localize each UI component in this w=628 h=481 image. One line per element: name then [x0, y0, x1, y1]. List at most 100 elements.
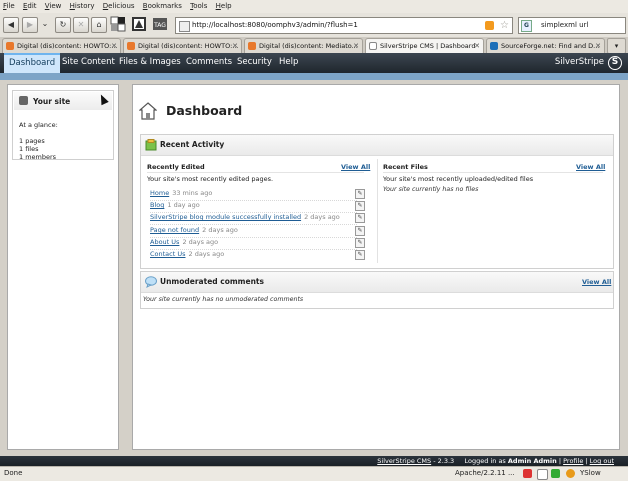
tab-digital-discontent-3[interactable]: Digital (dis)content: Mediato... ✕ — [244, 38, 363, 53]
bookmark-tag-icon[interactable] — [131, 16, 147, 32]
stop-button[interactable]: ✕ — [73, 17, 89, 33]
edited-ago: 2 days ago — [182, 238, 219, 246]
menu-edit[interactable]: Edit — [20, 0, 40, 13]
edited-page-link[interactable]: About Us — [150, 238, 179, 246]
edited-page-link[interactable]: Blog — [150, 201, 164, 209]
url-text[interactable]: http://localhost:8080/oomphv3/admin/?flu… — [192, 18, 358, 33]
cms-version: - 2.3.3 — [433, 457, 455, 465]
home-icon: ⌂ — [96, 20, 102, 29]
close-tab-icon[interactable]: ✕ — [353, 39, 359, 53]
brand-name: SilverStripe — [554, 57, 604, 67]
comments-view-all-link[interactable]: View All — [582, 278, 611, 286]
browser-menu-bar: File Edit View History Delicious Bookmar… — [0, 0, 628, 13]
menu-history[interactable]: History — [67, 0, 98, 13]
forward-button[interactable]: ▶ — [22, 17, 38, 33]
addon-red-icon[interactable] — [523, 469, 532, 478]
delicious-icon[interactable] — [110, 16, 126, 32]
cms-main-nav: Dashboard Site Content Files & Images Co… — [0, 53, 628, 75]
status-text: Done — [4, 469, 23, 477]
activity-icon — [145, 139, 157, 151]
edit-pencil-icon[interactable]: ✎ — [355, 250, 365, 260]
recently-edited-view-all-link[interactable]: View All — [341, 163, 370, 171]
edit-pencil-icon[interactable]: ✎ — [355, 238, 365, 248]
close-tab-icon[interactable]: ✕ — [595, 39, 601, 53]
stat-members: 1 members — [19, 153, 57, 161]
edited-page-link[interactable]: Home — [150, 189, 169, 197]
edited-page-link[interactable]: Page not found — [150, 226, 199, 234]
nav-files-images[interactable]: Files & Images — [114, 53, 186, 73]
edit-pencil-icon[interactable]: ✎ — [355, 189, 365, 199]
menu-tools[interactable]: Tools — [187, 0, 210, 13]
nav-comments[interactable]: Comments — [181, 53, 237, 73]
yslow-icon[interactable] — [566, 469, 575, 478]
edit-pencil-icon[interactable]: ✎ — [355, 213, 365, 223]
tab-digital-discontent-2[interactable]: Digital (dis)content: HOWTO:... ✕ — [123, 38, 242, 53]
silverstripe-cms-link[interactable]: SilverStripe CMS — [377, 457, 431, 465]
left-panel: Your site At a glance: 1 pages 1 files 1… — [7, 84, 119, 450]
edit-pencil-icon[interactable]: ✎ — [355, 226, 365, 236]
addon-green-icon[interactable] — [551, 469, 560, 478]
rss-feed-icon[interactable] — [485, 21, 494, 30]
silverstripe-logo-icon: S — [608, 56, 622, 70]
edited-page-link[interactable]: SilverStripe blog module successfully in… — [150, 213, 301, 221]
tab-digital-discontent-1[interactable]: Digital (dis)content: HOWTO:... ✕ — [2, 38, 121, 53]
yslow-label[interactable]: YSlow — [580, 467, 601, 480]
history-dropdown-button[interactable]: ⌄ — [40, 17, 50, 31]
edited-ago: 2 days ago — [304, 213, 340, 221]
address-bar[interactable]: http://localhost:8080/oomphv3/admin/?flu… — [175, 17, 513, 34]
page-title: Dashboard — [166, 103, 243, 118]
search-input[interactable]: simplexml url — [541, 18, 588, 33]
menu-file[interactable]: File — [0, 0, 18, 13]
svg-text:TAG: TAG — [153, 22, 166, 29]
nav-help[interactable]: Help — [274, 53, 303, 73]
list-all-tabs-button[interactable]: ▾ — [607, 38, 626, 54]
list-item: SilverStripe blog module successfully in… — [150, 213, 366, 224]
home-button[interactable]: ⌂ — [91, 17, 107, 33]
unmoderated-comments-box: Unmoderated comments View All Your site … — [140, 271, 614, 309]
back-button[interactable]: ◀ — [3, 17, 19, 33]
divider — [383, 172, 603, 173]
cms-sub-strip — [0, 73, 628, 80]
chevron-down-icon: ⌄ — [41, 19, 49, 28]
edited-ago: 33 mins ago — [172, 189, 213, 197]
close-tab-icon[interactable]: ✕ — [232, 39, 238, 53]
list-item: Contact Us 2 days ago ✎ — [150, 250, 366, 261]
stop-icon: ✕ — [77, 20, 85, 29]
tab-sourceforge[interactable]: SourceForge.net: Find and D... ✕ — [486, 38, 605, 53]
tab-label: Digital (dis)content: HOWTO:... — [17, 42, 118, 50]
chevron-down-icon: ▾ — [614, 42, 619, 50]
recent-activity-title: Recent Activity — [160, 140, 225, 149]
profile-link[interactable]: Profile — [563, 457, 583, 465]
menu-view[interactable]: View — [42, 0, 65, 13]
menu-help[interactable]: Help — [213, 0, 235, 13]
recent-files-view-all-link[interactable]: View All — [576, 163, 605, 171]
comments-header: Unmoderated comments View All — [141, 272, 613, 293]
nav-security[interactable]: Security — [232, 53, 277, 73]
google-icon[interactable]: G — [521, 20, 532, 32]
close-tab-icon[interactable]: ✕ — [474, 39, 480, 53]
menu-bookmarks[interactable]: Bookmarks — [140, 0, 185, 13]
tag-icon[interactable]: TAG — [152, 16, 168, 32]
recent-activity-header: Recent Activity — [141, 135, 613, 156]
site-identity-icon[interactable] — [179, 21, 190, 32]
no-comments-message: Your site currently has no unmoderated c… — [143, 296, 304, 303]
bookmark-star-icon[interactable]: ☆ — [500, 18, 509, 33]
nav-site-content[interactable]: Site Content — [57, 53, 120, 73]
divider — [150, 224, 357, 225]
menu-delicious[interactable]: Delicious — [100, 0, 138, 13]
nav-dashboard[interactable]: Dashboard — [4, 53, 61, 75]
tab-silverstripe-dashboard[interactable]: SilverStripe CMS | Dashboard ✕ — [365, 38, 484, 54]
tab-label: SourceForge.net: Find and D... — [501, 42, 600, 50]
edit-pencil-icon[interactable]: ✎ — [355, 201, 365, 211]
reload-button[interactable]: ↻ — [55, 17, 71, 33]
edited-page-link[interactable]: Contact Us — [150, 250, 186, 258]
edited-ago: 1 day ago — [167, 201, 200, 209]
browser-tab-bar: Digital (dis)content: HOWTO:... ✕ Digita… — [0, 37, 628, 54]
mail-icon[interactable] — [537, 469, 548, 480]
logout-link[interactable]: Log out — [590, 457, 614, 465]
edited-ago: 2 days ago — [202, 226, 238, 234]
search-bar[interactable]: G simplexml url — [518, 17, 626, 34]
site-cube-icon — [19, 96, 28, 105]
close-tab-icon[interactable]: ✕ — [111, 39, 117, 53]
back-arrow-icon: ◀ — [7, 20, 15, 29]
